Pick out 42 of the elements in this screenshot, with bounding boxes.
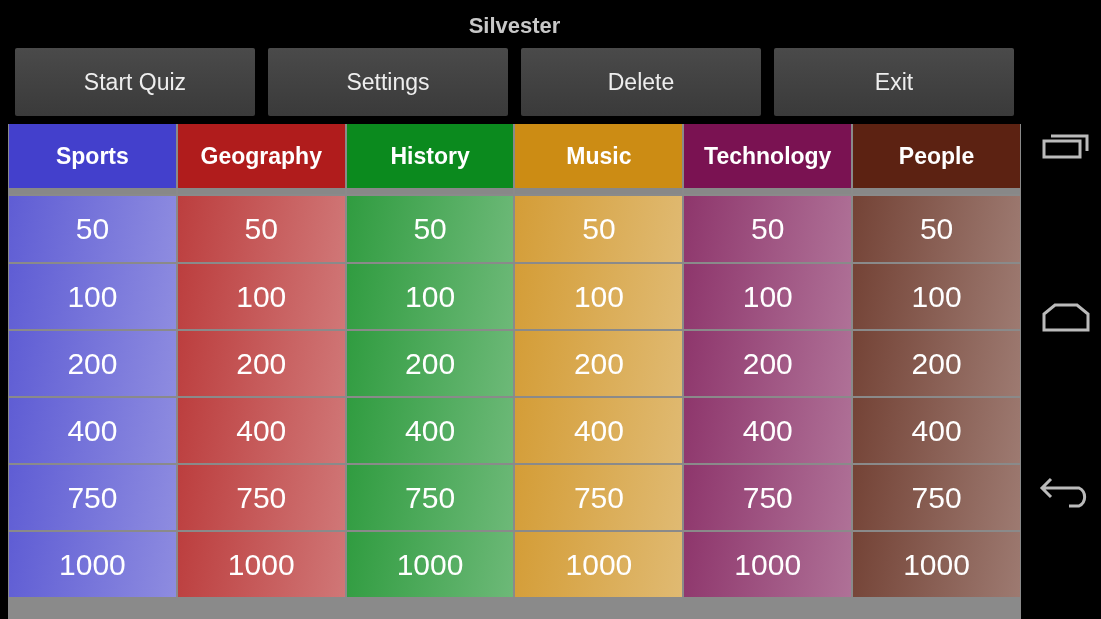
question-tile[interactable]: 200 (853, 331, 1020, 396)
board-title: Silvester (467, 12, 562, 40)
question-tile[interactable]: 750 (346, 465, 514, 530)
question-tile[interactable]: 750 (684, 465, 852, 530)
question-tile[interactable]: 400 (177, 398, 345, 463)
question-tile[interactable]: 750 (9, 465, 176, 530)
question-tile[interactable]: 50 (9, 196, 176, 262)
question-tile[interactable]: 200 (177, 331, 345, 396)
question-tile[interactable]: 1000 (684, 532, 852, 597)
question-tile[interactable]: 100 (346, 264, 514, 329)
question-tile[interactable]: 50 (177, 196, 345, 262)
question-tile[interactable]: 1000 (515, 532, 683, 597)
question-tile[interactable]: 1000 (9, 532, 176, 597)
question-tile[interactable]: 750 (853, 465, 1020, 530)
question-tile[interactable]: 200 (9, 331, 176, 396)
question-tile[interactable]: 400 (515, 398, 683, 463)
question-tile[interactable]: 1000 (177, 532, 345, 597)
question-tile[interactable]: 50 (853, 196, 1020, 262)
question-tile[interactable]: 100 (684, 264, 852, 329)
question-tile[interactable]: 100 (853, 264, 1020, 329)
question-tile[interactable]: 1000 (346, 532, 514, 597)
question-tile[interactable]: 750 (515, 465, 683, 530)
question-tile[interactable]: 200 (515, 331, 683, 396)
question-tile[interactable]: 200 (346, 331, 514, 396)
menu-button[interactable]: Exit (774, 48, 1014, 116)
menu-button[interactable]: Start Quiz (15, 48, 255, 116)
question-tile[interactable]: 750 (177, 465, 345, 530)
question-tile[interactable]: 400 (9, 398, 176, 463)
question-tile[interactable]: 400 (684, 398, 852, 463)
question-tile[interactable]: 400 (853, 398, 1020, 463)
question-tile[interactable]: 1000 (853, 532, 1020, 597)
question-tile[interactable]: 50 (346, 196, 514, 262)
menu-button[interactable]: Settings (268, 48, 508, 116)
home-icon[interactable] (1041, 301, 1091, 334)
question-tile[interactable]: 200 (684, 331, 852, 396)
question-tile[interactable]: 100 (515, 264, 683, 329)
question-tile[interactable]: 50 (684, 196, 852, 262)
question-tile[interactable]: 100 (9, 264, 176, 329)
question-tile[interactable]: 50 (515, 196, 683, 262)
question-tile[interactable]: 100 (177, 264, 345, 329)
menu-button[interactable]: Delete (521, 48, 761, 116)
question-tile[interactable]: 400 (346, 398, 514, 463)
